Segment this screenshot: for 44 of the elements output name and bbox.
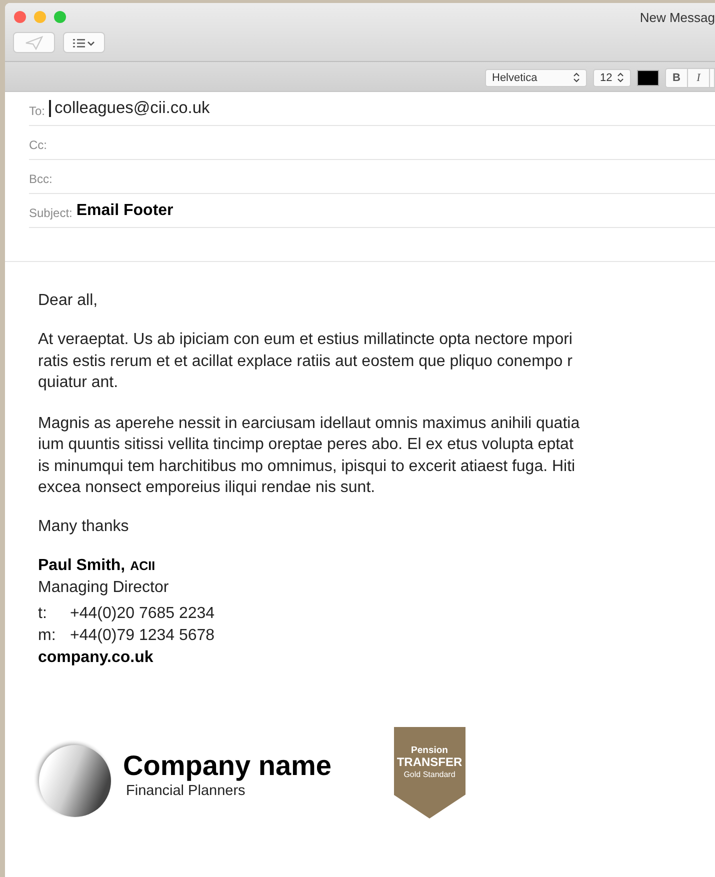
phone-number: +44(0)79 1234 5678 [70,626,215,646]
phone-label: t: [38,604,48,624]
greeting-text: Dear all, [38,292,99,310]
body-text-line: Magnis as aperehe nessit in earciusam idellaut omnis maximus anihili quatia [38,414,581,434]
text-color-swatch[interactable] [637,70,659,86]
website-link[interactable]: company.co.uk [38,647,715,668]
window-title: New Messag [640,10,715,25]
zoom-button[interactable] [54,11,66,23]
send-button[interactable] [13,32,55,53]
up-down-chevron-icon [573,72,580,83]
signer-name: Paul Smith, [38,556,126,576]
field-label: To: [29,104,46,118]
body-text-line: quiatur ant. [38,373,120,393]
phone-number: +44(0)20 7685 2234 [70,604,215,624]
field-label: Bcc: [29,172,52,186]
header-options-button[interactable] [63,32,105,53]
body-text-line: At veraeptat. Us ab ipiciam con eum et estius millatincte opta nectore mpori [38,330,574,350]
badge-text: Pension [411,744,448,756]
job-title: Managing Director [38,578,170,598]
company-name: Company name [123,750,332,780]
paper-plane-icon [25,36,43,50]
minimize-button[interactable] [34,11,46,23]
body-text-line: is minumqui tem harchitibus mo omnimus, ipisqui to excerit atiaest fuga. Hiti [38,456,576,476]
field-value[interactable]: Email Footer [76,202,174,220]
font-select[interactable]: Helvetica [485,68,587,86]
field-label: Subject: [29,206,72,220]
field-label: Cc: [29,138,47,152]
text-style-button[interactable]: B [666,68,688,86]
company-tagline: Financial Planners [126,782,246,798]
badge-text: Gold Standard [404,768,456,780]
body-text-line: excea nonsect emporeius iliqui rendae nis sunt. [38,478,376,498]
body-text-line: ratis estis rerum et et acillat explace ratiis aut eostem que pliquo conempo r [38,352,574,372]
signoff-text: Many thanks [38,518,130,536]
list-chevron-icon [72,36,96,48]
sphere-logo-icon [33,738,113,818]
credential-text: ACII [130,558,156,574]
text-style-button[interactable]: I [688,68,710,86]
field-value[interactable]: colleagues@cii.co.uk [54,99,210,118]
font-size-select[interactable]: 12 [593,68,631,86]
phone-label: m: [38,626,57,646]
up-down-chevron-icon [617,72,624,83]
close-button[interactable] [14,11,26,23]
body-text-line: ium quuntis sitissi vellita tincimp oreptae peres abo. El ex etus volupta eptat [38,435,574,455]
badge-text: TRANSFER [396,756,462,768]
